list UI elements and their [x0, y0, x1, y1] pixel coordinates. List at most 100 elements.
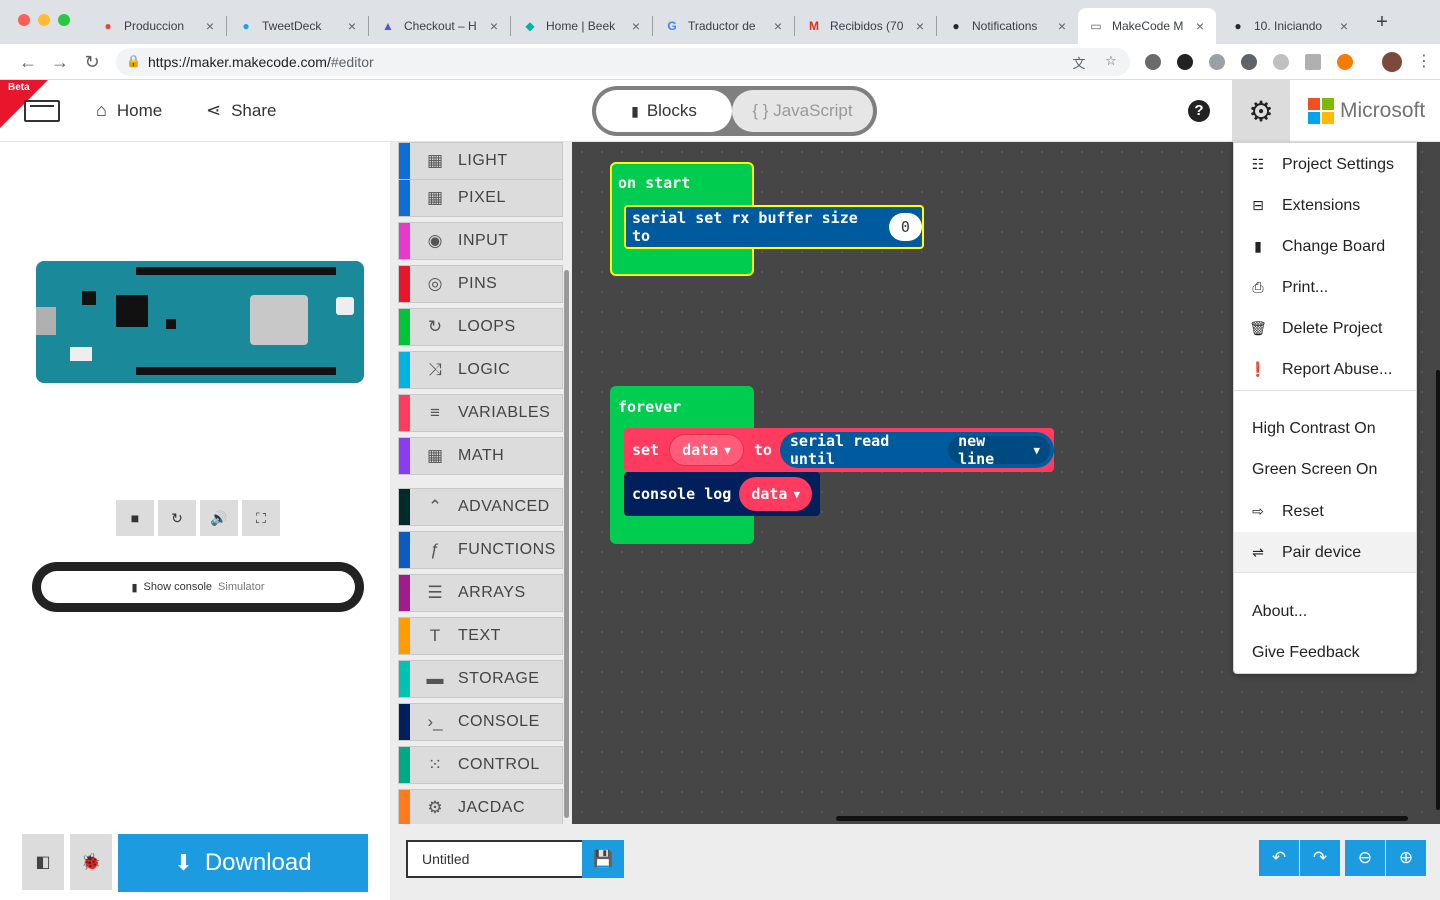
project-name-input[interactable] — [406, 840, 582, 878]
variable-reporter[interactable]: data ▼ — [739, 477, 813, 511]
settings-menu-item[interactable]: ⎙ Print... — [1234, 267, 1416, 308]
settings-menu-item[interactable]: ⇨ Reset — [1234, 491, 1416, 532]
help-icon[interactable]: ? — [1188, 100, 1210, 122]
home-button[interactable]: ⌂ Home — [96, 100, 162, 121]
settings-menu-item[interactable]: ❗ Report Abuse... — [1234, 349, 1416, 390]
toolbox-scrollbar[interactable] — [564, 270, 569, 818]
board-simulator[interactable] — [36, 261, 364, 383]
share-button[interactable]: ⋖ Share — [206, 100, 276, 121]
blocks-tab[interactable]: ▮ Blocks — [596, 90, 732, 132]
reset-button[interactable] — [336, 297, 354, 315]
zoom-out-button[interactable]: ⊖ — [1345, 840, 1385, 876]
extension-icon[interactable] — [1305, 54, 1321, 70]
settings-menu-item[interactable]: ▮ Change Board — [1234, 226, 1416, 267]
restart-icon[interactable]: ↻ — [158, 500, 196, 536]
download-button[interactable]: ⬇ Download — [118, 834, 368, 892]
stop-icon[interactable]: ■ — [116, 500, 154, 536]
tab-close-icon[interactable]: × — [912, 18, 928, 34]
tab-close-icon[interactable]: × — [1192, 18, 1208, 34]
toolbox-category-jacdac[interactable]: ⚙ JACDAC — [398, 789, 563, 824]
mute-icon[interactable]: 🔊 — [200, 500, 238, 536]
url-input[interactable]: 🔒 https://maker.makecode.com/#editor 文 ☆ — [116, 48, 1130, 76]
settings-menu-item[interactable]: ⊟ Extensions — [1234, 185, 1416, 226]
extension-icon[interactable] — [1177, 54, 1193, 70]
extension-icon[interactable] — [1209, 54, 1225, 70]
undo-button[interactable]: ↶ — [1259, 840, 1299, 876]
settings-menu-item[interactable]: ⇌ Pair device — [1234, 532, 1416, 573]
browser-tab[interactable]: ▭ MakeCode M × — [1078, 8, 1216, 44]
toolbox-category-console[interactable]: ›_ CONSOLE — [398, 703, 563, 741]
browser-tab[interactable]: ● Notifications × — [938, 8, 1078, 44]
toolbox-category-arrays[interactable]: ☰ ARRAYS — [398, 574, 563, 612]
back-button[interactable]: ← — [16, 50, 40, 74]
tab-close-icon[interactable]: × — [486, 18, 502, 34]
toolbox-category-variables[interactable]: ≡ VARIABLES — [398, 394, 563, 432]
serial-set-block[interactable]: serial set rx buffer size to 0 — [624, 205, 924, 249]
close-window-button[interactable] — [18, 14, 30, 26]
toolbox-category-math[interactable]: ▦ MATH — [398, 437, 563, 475]
toolbox-category-logic[interactable]: ⤨ LOGIC — [398, 351, 563, 389]
delimiter-dropdown[interactable]: new line ▼ — [948, 432, 1050, 468]
toolbox-category-storage[interactable]: ▬ STORAGE — [398, 660, 563, 698]
settings-menu-item[interactable]: Green Screen On — [1234, 449, 1416, 490]
workspace-v-scrollbar[interactable] — [1436, 370, 1440, 810]
toolbox-category-pins[interactable]: ◎ PINS — [398, 265, 563, 303]
browser-tab[interactable]: ● 10. Iniciando × — [1220, 8, 1360, 44]
reload-button[interactable]: ↻ — [80, 50, 104, 74]
profile-avatar[interactable] — [1382, 52, 1402, 72]
extension-icon[interactable] — [1145, 54, 1161, 70]
toolbox-category-pixel[interactable]: ▦ PIXEL — [398, 179, 563, 217]
board-logo-icon[interactable] — [24, 100, 60, 122]
toolbox-category-loops[interactable]: ↻ LOOPS — [398, 308, 563, 346]
settings-menu-item[interactable]: About... — [1234, 591, 1416, 632]
browser-tab[interactable]: ◆ Home | Beek × — [512, 8, 652, 44]
show-console-button[interactable]: ▮ Show console Simulator — [32, 562, 364, 612]
new-tab-button[interactable]: + — [1372, 12, 1392, 32]
variable-dropdown[interactable]: data ▼ — [669, 434, 744, 466]
toolbox-category-functions[interactable]: ƒ FUNCTIONS — [398, 531, 563, 569]
browser-menu-icon[interactable]: ⋮ — [1412, 50, 1436, 74]
settings-menu-item[interactable]: High Contrast On — [1234, 408, 1416, 449]
settings-menu-item[interactable]: Give Feedback — [1234, 632, 1416, 673]
translate-icon[interactable]: 文 — [1070, 53, 1088, 71]
browser-tab[interactable]: ● TweetDeck × — [228, 8, 368, 44]
console-log-block[interactable]: console log data ▼ — [624, 472, 820, 516]
fullscreen-icon[interactable]: ⛶ — [242, 500, 280, 536]
extension-icon[interactable] — [1337, 54, 1353, 70]
workspace-h-scrollbar[interactable] — [836, 816, 1408, 821]
bookmark-star-icon[interactable]: ☆ — [1102, 53, 1120, 71]
settings-gear-button[interactable]: ⚙ — [1232, 80, 1290, 142]
maximize-window-button[interactable] — [58, 14, 70, 26]
tab-close-icon[interactable]: × — [1336, 18, 1352, 34]
toolbox-category-control[interactable]: ⁙ CONTROL — [398, 746, 563, 784]
serial-read-block[interactable]: serial read until new line ▼ — [779, 432, 1054, 468]
browser-tab[interactable]: G Traductor de × — [654, 8, 794, 44]
tab-close-icon[interactable]: × — [344, 18, 360, 34]
tab-close-icon[interactable]: × — [1054, 18, 1070, 34]
browser-tab[interactable]: ▲ Checkout – H × — [370, 8, 510, 44]
settings-menu-item[interactable]: ☷ Project Settings — [1234, 144, 1416, 185]
toolbox-category-advanced[interactable]: ⌃ ADVANCED — [398, 488, 563, 526]
browser-tab[interactable]: M Recibidos (70 × — [796, 8, 936, 44]
browser-tab[interactable]: ● Produccion × — [90, 8, 226, 44]
collapse-simulator-button[interactable]: ◧ — [22, 834, 64, 890]
debug-button[interactable]: 🐞 — [70, 834, 112, 890]
settings-menu-item[interactable]: 🗑 Delete Project — [1234, 308, 1416, 349]
zoom-in-button[interactable]: ⊕ — [1386, 840, 1426, 876]
redo-button[interactable]: ↷ — [1300, 840, 1340, 876]
extension-icon[interactable] — [1273, 54, 1289, 70]
set-variable-block[interactable]: set data ▼ to serial read until new line… — [624, 428, 1054, 472]
buffer-size-value[interactable]: 0 — [888, 213, 922, 241]
toolbox-category-text[interactable]: T TEXT — [398, 617, 563, 655]
tab-close-icon[interactable]: × — [628, 18, 644, 34]
microsoft-logo[interactable]: Microsoft — [1308, 98, 1425, 124]
forward-button[interactable]: → — [48, 50, 72, 74]
javascript-tab[interactable]: { } JavaScript — [732, 90, 873, 132]
toolbox-category-input[interactable]: ◉ INPUT — [398, 222, 563, 260]
extension-icon[interactable] — [1241, 54, 1257, 70]
tab-close-icon[interactable]: × — [202, 18, 218, 34]
tab-close-icon[interactable]: × — [770, 18, 786, 34]
save-button[interactable]: 💾 — [582, 840, 624, 878]
toolbox-category-light[interactable]: ▦ LIGHT — [398, 142, 563, 180]
minimize-window-button[interactable] — [38, 14, 50, 26]
